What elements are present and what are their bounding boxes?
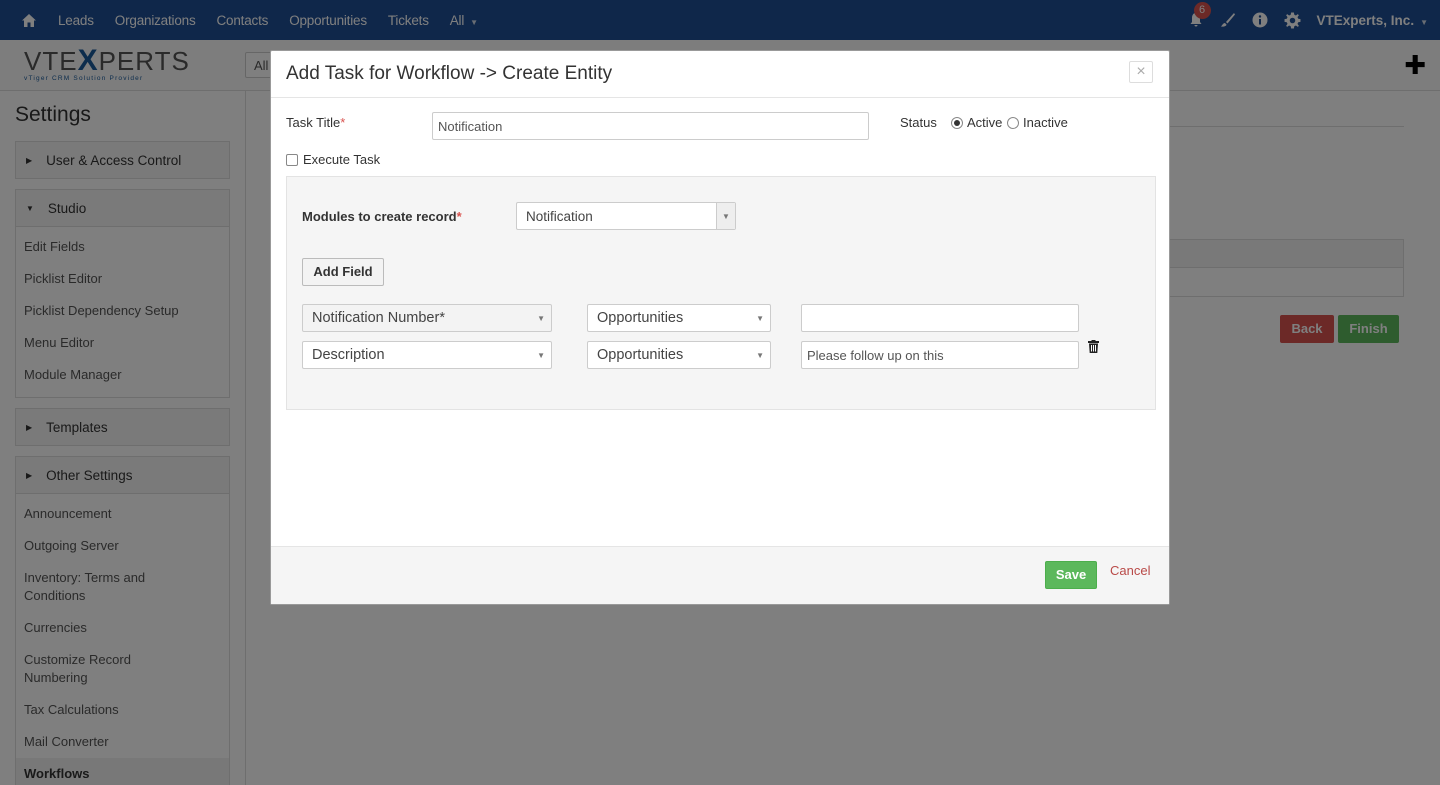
modules-label: Modules to create record*: [302, 209, 462, 224]
field-select-value: Description: [312, 347, 385, 363]
create-entity-panel: Modules to create record* Notification ▼ …: [286, 176, 1156, 410]
radio-selected-icon: [951, 117, 963, 129]
source-select-value: Opportunities: [597, 347, 684, 363]
add-field-button[interactable]: Add Field: [302, 258, 384, 286]
modal-header: Add Task for Workflow -> Create Entity ×: [271, 51, 1169, 98]
add-task-modal: Add Task for Workflow -> Create Entity ×…: [270, 50, 1170, 605]
modules-select-value: Notification: [526, 208, 593, 224]
task-title-input[interactable]: [432, 112, 869, 140]
cancel-link[interactable]: Cancel: [1110, 563, 1150, 578]
chevron-down-icon: ▼: [537, 313, 545, 323]
field-select[interactable]: Notification Number* ▼: [302, 304, 552, 332]
source-module-select[interactable]: Opportunities ▼: [587, 304, 771, 332]
execute-task-checkbox[interactable]: Execute Task: [286, 152, 380, 167]
modal-title: Add Task for Workflow -> Create Entity: [286, 63, 613, 84]
source-module-select[interactable]: Opportunities ▼: [587, 341, 771, 369]
status-inactive-radio[interactable]: Inactive: [1007, 115, 1068, 130]
modal-footer: Save Cancel: [271, 546, 1169, 604]
field-value-input[interactable]: [801, 341, 1079, 369]
field-select-value: Notification Number*: [312, 310, 445, 326]
save-button[interactable]: Save: [1045, 561, 1097, 589]
trash-icon[interactable]: [1088, 340, 1099, 356]
status-active-label: Active: [967, 115, 1003, 130]
execute-task-label: Execute Task: [303, 152, 381, 167]
checkbox-icon: [286, 154, 298, 166]
radio-unselected-icon: [1007, 117, 1019, 129]
status-inactive-label: Inactive: [1023, 115, 1068, 130]
field-value-input[interactable]: [801, 304, 1079, 332]
source-select-value: Opportunities: [597, 310, 684, 326]
field-select[interactable]: Description ▼: [302, 341, 552, 369]
modules-select[interactable]: Notification ▼: [516, 202, 736, 230]
status-label: Status: [900, 115, 937, 130]
status-active-radio[interactable]: Active: [951, 115, 1002, 130]
chevron-down-icon: ▼: [716, 203, 735, 229]
task-title-label: Task Title*: [286, 115, 346, 130]
chevron-down-icon: ▼: [756, 313, 764, 323]
close-icon[interactable]: ×: [1129, 61, 1153, 83]
chevron-down-icon: ▼: [537, 350, 545, 360]
chevron-down-icon: ▼: [756, 350, 764, 360]
